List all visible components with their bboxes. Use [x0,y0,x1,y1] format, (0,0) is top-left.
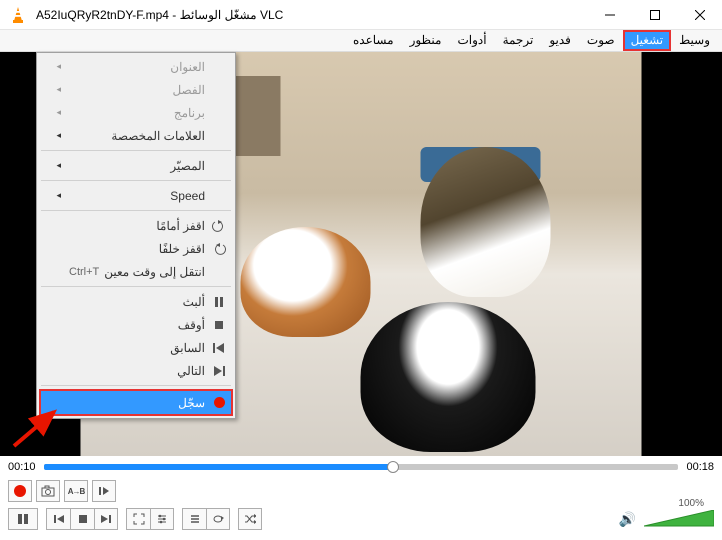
previous-button[interactable] [46,508,70,530]
playback-menu-dropdown: العنوان◂الفصل◂برنامج◂العلامات المخصصة◂ال… [36,52,236,419]
window-titlebar: A52IuQRyR2tnDY-F.mp4 - مشغّل الوسائط VLC [0,0,722,30]
menu-separator [41,286,231,287]
menu-separator [41,180,231,181]
menu-item-أوقف[interactable]: أوقف [39,313,233,336]
menu-item-label: العنوان [61,60,209,74]
menu-item-label: Speed [61,189,209,203]
menu-item-العنوان: العنوان◂ [39,55,233,78]
loop-button[interactable] [206,508,230,530]
shuffle-button[interactable] [238,508,262,530]
menu-وسيط[interactable]: وسيط [671,30,718,51]
playlist-button[interactable] [182,508,206,530]
volume-percent: 100% [678,498,704,509]
toolbar-row-1: A→B [0,478,722,504]
menu-item-انتقل إلى وقت معين[interactable]: انتقل إلى وقت معينCtrl+T [39,260,233,283]
prev-icon [209,343,229,353]
menu-item-العلامات المخصصة[interactable]: العلامات المخصصة◂ [39,124,233,147]
submenu-arrow-icon: ◂ [49,190,61,201]
menu-separator [41,210,231,211]
menu-item-label: العلامات المخصصة [61,129,209,143]
menu-item-سجّل[interactable]: سجّل [39,389,233,416]
record-dot-icon [14,485,26,497]
frame-step-button[interactable] [92,480,116,502]
fullscreen-button[interactable] [126,508,150,530]
snapshot-button[interactable] [36,480,60,502]
menu-item-label: التالي [61,364,209,378]
pause-button[interactable] [8,508,38,530]
submenu-arrow-icon: ◂ [49,61,61,72]
submenu-arrow-icon: ◂ [49,160,61,171]
menu-item-Speed[interactable]: Speed◂ [39,184,233,207]
time-elapsed: 00:10 [8,461,36,473]
extended-settings-button[interactable] [150,508,174,530]
menu-item-الفصل: الفصل◂ [39,78,233,101]
submenu-arrow-icon: ◂ [49,107,61,118]
menu-item-المصيّر[interactable]: المصيّر◂ [39,154,233,177]
menu-تشغيل[interactable]: تشغيل [623,30,672,51]
window-title: A52IuQRyR2tnDY-F.mp4 - مشغّل الوسائط VLC [36,8,587,22]
time-total: 00:18 [686,461,714,473]
jump-back-icon [209,243,229,255]
menu-أدوات[interactable]: أدوات [449,30,494,51]
menu-item-اقفز أمامًا[interactable]: اقفز أمامًا [39,214,233,237]
menu-item-label: انتقل إلى وقت معين [99,265,209,279]
maximize-button[interactable] [632,0,677,29]
menu-item-label: برنامج [61,106,209,120]
menu-item-السابق[interactable]: السابق [39,336,233,359]
menu-فديو[interactable]: فديو [541,30,579,51]
menu-shortcut: Ctrl+T [61,266,99,278]
volume-slider[interactable] [644,510,714,528]
record-icon [209,397,229,408]
menu-item-label: ألبث [61,295,209,309]
menu-item-ألبث[interactable]: ألبث [39,290,233,313]
toolbar-row-2: 🔊 100% [0,504,722,534]
menu-مساعده[interactable]: مساعده [345,30,402,51]
menu-صوت[interactable]: صوت [579,30,623,51]
jump-forward-icon [209,220,229,232]
menu-separator [41,150,231,151]
menu-item-اقفز خلفًا[interactable]: اقفز خلفًا [39,237,233,260]
menubar: وسيطتشغيلصوتفديوترجمةأدواتمنظورمساعده [0,30,722,52]
submenu-arrow-icon: ◂ [49,84,61,95]
menu-item-label: المصيّر [61,159,209,173]
menu-item-label: سجّل [61,396,209,410]
vlc-cone-icon [8,5,28,25]
menu-item-label: أوقف [61,318,209,332]
menu-item-label: اقفز خلفًا [61,242,209,256]
next-icon [209,366,229,376]
seek-slider[interactable] [44,460,679,474]
stop-button[interactable] [70,508,94,530]
menu-منظور[interactable]: منظور [402,30,450,51]
seek-row: 00:10 00:18 [0,456,722,478]
record-button[interactable] [8,480,32,502]
menu-separator [41,385,231,386]
submenu-arrow-icon: ◂ [49,130,61,141]
speaker-icon[interactable]: 🔊 [619,511,636,528]
annotation-arrow-icon [8,408,68,450]
menu-ترجمة[interactable]: ترجمة [495,30,542,51]
menu-item-التالي[interactable]: التالي [39,359,233,382]
loop-ab-button[interactable]: A→B [64,480,88,502]
stop-icon [209,320,229,330]
close-button[interactable] [677,0,722,29]
menu-item-label: السابق [61,341,209,355]
menu-item-برنامج: برنامج◂ [39,101,233,124]
minimize-button[interactable] [587,0,632,29]
menu-item-label: اقفز أمامًا [61,219,209,233]
next-button[interactable] [94,508,118,530]
menu-item-label: الفصل [61,83,209,97]
pause-icon [209,297,229,307]
